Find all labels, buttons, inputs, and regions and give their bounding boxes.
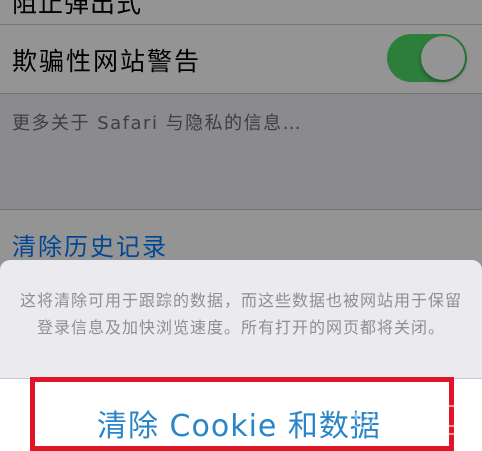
safari-settings-screen: 阻止弹出式 欺骗性网站警告 更多关于 Safari 与隐私的信息… 清除历史记录… [0,0,482,451]
baidu-jingyan-watermark-icon [349,403,463,435]
action-sheet-message: 这将清除可用于跟踪的数据，而这些数据也被网站用于保留登录信息及加快浏览速度。所有… [19,291,462,337]
